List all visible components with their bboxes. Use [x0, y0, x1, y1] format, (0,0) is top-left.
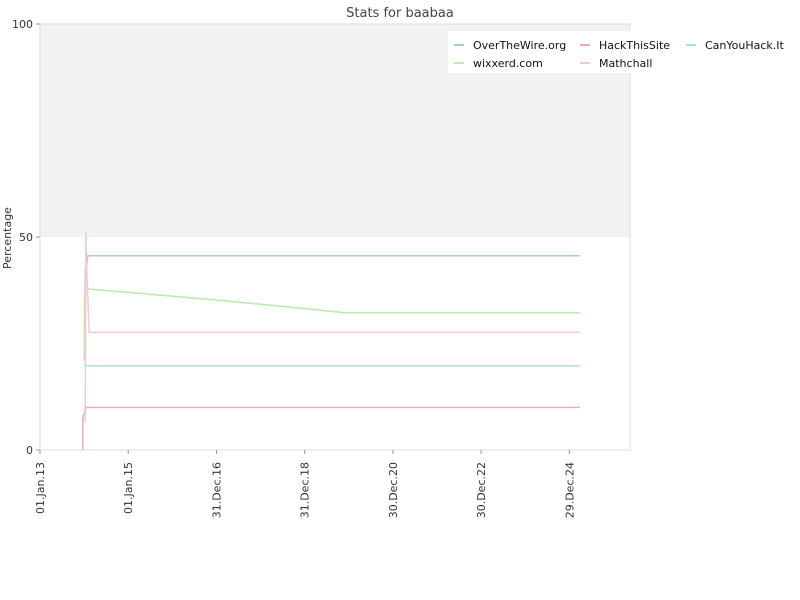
x-tick-label: 29.Dec.24: [563, 462, 576, 518]
x-tick-label: 30.Dec.22: [475, 462, 488, 518]
chart-title: Stats for baabaa: [346, 6, 454, 21]
x-tick-label: 30.Dec.20: [387, 462, 400, 518]
legend-entry-label: CanYouHack.It: [705, 39, 785, 52]
x-tick-label: 01.Jan.13: [34, 462, 47, 514]
y-tick-label: 0: [26, 444, 33, 457]
y-tick-label: 100: [12, 18, 33, 31]
legend-entry-label: OverTheWire.org: [473, 39, 566, 52]
stats-chart: 0 50 100 01.Jan.13 01.Jan.15 31.Dec.16 31.Dec…: [0, 0, 800, 600]
y-tick-label: 50: [19, 231, 33, 244]
x-tick-label: 31.Dec.16: [210, 462, 223, 518]
x-tick-label: 31.Dec.18: [299, 462, 312, 518]
legend-entry-label: HackThisSite: [599, 39, 670, 52]
legend-entry-label: wixxerd.com: [473, 57, 543, 70]
legend-entry-label: Mathchall: [599, 57, 652, 70]
x-tick-label: 01.Jan.15: [122, 462, 135, 514]
legend: OverTheWire.org HackThisSite CanYouHack.It…: [448, 31, 785, 73]
y-axis-title: Percentage: [1, 207, 14, 269]
